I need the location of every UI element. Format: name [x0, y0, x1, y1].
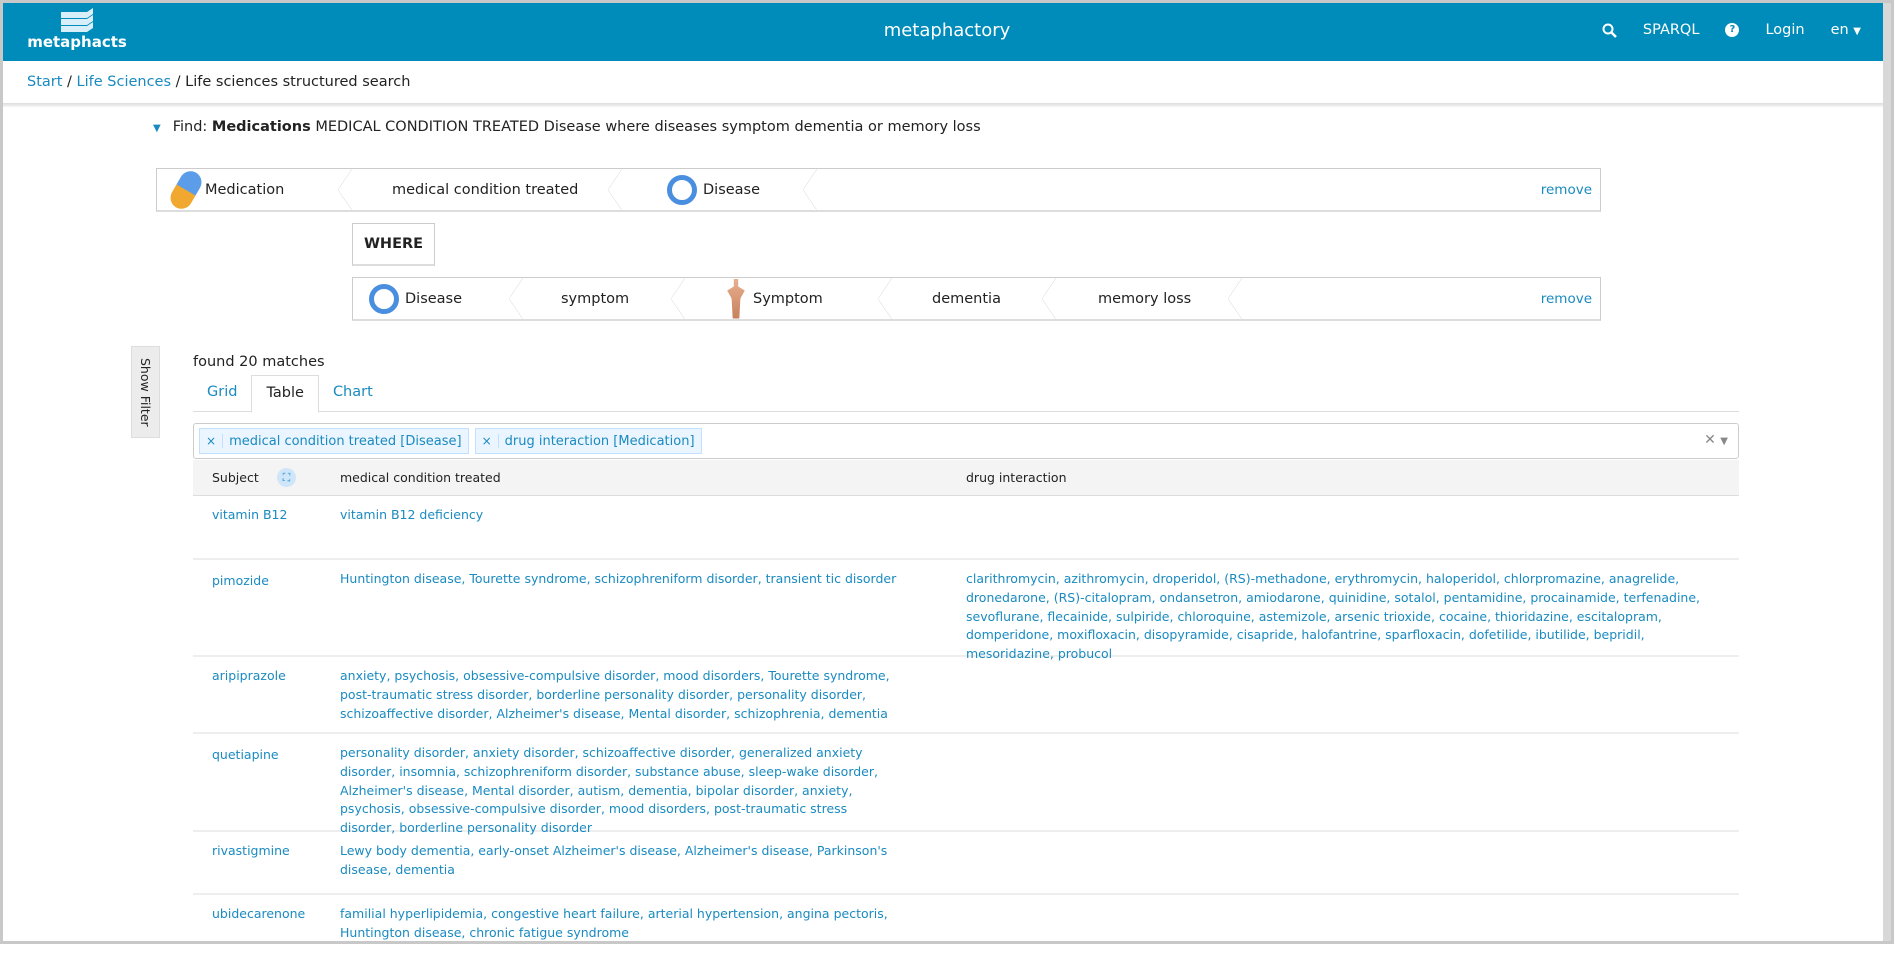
subject-link[interactable]: pimozide [212, 572, 269, 591]
conditions-cell[interactable]: anxiety, psychosis, obsessive-compulsive… [340, 667, 900, 723]
show-filter-button[interactable]: Show Filter [131, 346, 160, 438]
breadcrumb-start[interactable]: Start [27, 74, 62, 90]
interactions-cell[interactable]: clarithromycin, azithromycin, droperidol… [966, 570, 1726, 664]
remove-link[interactable]: remove [1541, 291, 1592, 307]
chip-label: Disease [703, 181, 761, 198]
breadcrumb: Start / Life Sciences / Life sciences st… [27, 74, 411, 90]
chip-disease[interactable]: Disease [353, 278, 523, 319]
chip-label: dementia [932, 290, 1001, 307]
close-icon[interactable]: × [200, 434, 224, 448]
column-tag-label: medical condition treated [Disease] [229, 433, 462, 449]
find-rest: MEDICAL CONDITION TREATED Disease where … [315, 119, 981, 135]
column-tag: × medical condition treated [Disease] [199, 428, 469, 454]
breadcrumb-current: Life sciences structured search [185, 74, 411, 90]
chip-label: medical condition treated [392, 181, 579, 198]
chip-symptom-relation[interactable]: symptom [523, 278, 685, 319]
table-header: Subject ⛶ medical condition treated drug… [193, 460, 1739, 496]
results-count: found 20 matches [193, 354, 325, 370]
where-label: WHERE [352, 223, 435, 266]
table-row: quetiapine personality disorder, anxiety … [193, 734, 1739, 835]
view-tabs: Grid Table Chart [193, 375, 1739, 413]
table-row: vitamin B12 vitamin B12 deficiency [193, 496, 1739, 560]
find-entity: Medications [211, 119, 311, 135]
chip-relation[interactable]: medical condition treated [352, 169, 622, 210]
table-row: aripiprazole anxiety, psychosis, obsessiv… [193, 657, 1739, 734]
tab-table[interactable]: Table [251, 375, 319, 413]
tab-chart[interactable]: Chart [319, 375, 387, 411]
chip-label: Symptom [753, 290, 823, 307]
chip-label: memory loss [1098, 290, 1192, 307]
disease-icon [667, 174, 697, 205]
subject-link[interactable]: vitamin B12 [212, 506, 287, 525]
subject-link[interactable]: aripiprazole [212, 667, 286, 686]
chevron-down-icon: ▼ [1853, 26, 1861, 37]
column-header-subject[interactable]: Subject [212, 470, 259, 485]
breadcrumb-life-sciences[interactable]: Life Sciences [77, 74, 172, 90]
table-row: rivastigmine Lewy body dementia, early-on… [193, 832, 1739, 895]
conditions-cell[interactable]: Huntington disease, Tourette syndrome, s… [340, 570, 900, 589]
chip-symptom[interactable]: Symptom [685, 278, 892, 319]
chip-medication[interactable]: Medication [157, 166, 352, 213]
conditions-cell[interactable]: familial hyperlipidemia, congestive hear… [340, 905, 900, 943]
pill-icon [166, 166, 206, 213]
query-row-where: Disease symptom Symptom dementia memory … [352, 277, 1601, 321]
chip-label: Medication [205, 181, 285, 198]
column-header-interaction[interactable]: drug interaction [966, 470, 1067, 485]
language-label: en [1830, 22, 1849, 38]
tab-grid[interactable]: Grid [193, 375, 251, 411]
column-tag: × drug interaction [Medication] [474, 428, 702, 454]
search-icon[interactable] [1602, 23, 1617, 38]
subject-link[interactable]: ubidecarenone [212, 905, 305, 924]
chevron-down-icon[interactable]: ▼ [1720, 436, 1728, 447]
chip-label: Disease [405, 290, 463, 307]
divider [3, 103, 1891, 107]
column-select[interactable]: × medical condition treated [Disease] × dr… [193, 423, 1739, 459]
close-icon[interactable]: × [476, 434, 499, 448]
chip-label: symptom [561, 290, 630, 307]
help-icon[interactable]: ? [1725, 23, 1740, 37]
query-row-main: Medication medical condition treated Dis… [156, 166, 1601, 213]
anatomy-icon [727, 278, 745, 319]
sparql-link[interactable]: SPARQL [1643, 22, 1700, 38]
chip-dementia[interactable]: dementia [892, 278, 1056, 319]
clear-icon[interactable]: ✕ [1704, 432, 1716, 448]
scrollbar[interactable] [1883, 3, 1891, 941]
subject-link[interactable]: rivastigmine [212, 842, 290, 861]
table-row: ubidecarenone familial hyperlipidemia, co… [193, 895, 1739, 965]
column-header-condition[interactable]: medical condition treated [340, 470, 501, 485]
chip-disease[interactable]: Disease [622, 169, 817, 210]
subject-link[interactable]: quetiapine [212, 746, 279, 765]
table-row: pimozide Huntington disease, Tourette syn… [193, 560, 1739, 661]
expand-icon[interactable]: ⛶ [277, 468, 296, 487]
find-prefix: Find: [172, 119, 208, 135]
disease-icon [369, 283, 399, 314]
chip-memory-loss[interactable]: memory loss [1056, 278, 1242, 319]
column-tag-label: drug interaction [Medication] [504, 433, 695, 449]
remove-link[interactable]: remove [1541, 182, 1592, 198]
conditions-cell[interactable]: Lewy body dementia, early-onset Alzheime… [340, 842, 900, 880]
language-dropdown[interactable]: en ▼ [1831, 22, 1861, 38]
navbar: metaphacts metaphactory SPARQL ? Login e… [3, 3, 1891, 61]
login-link[interactable]: Login [1765, 22, 1804, 38]
conditions-cell[interactable]: vitamin B12 deficiency [340, 506, 900, 525]
caret-down-icon[interactable]: ▼ [153, 123, 161, 134]
conditions-cell[interactable]: personality disorder, anxiety disorder, … [340, 744, 900, 838]
query-summary[interactable]: ▼ Find: Medications MEDICAL CONDITION TRE… [153, 119, 981, 135]
